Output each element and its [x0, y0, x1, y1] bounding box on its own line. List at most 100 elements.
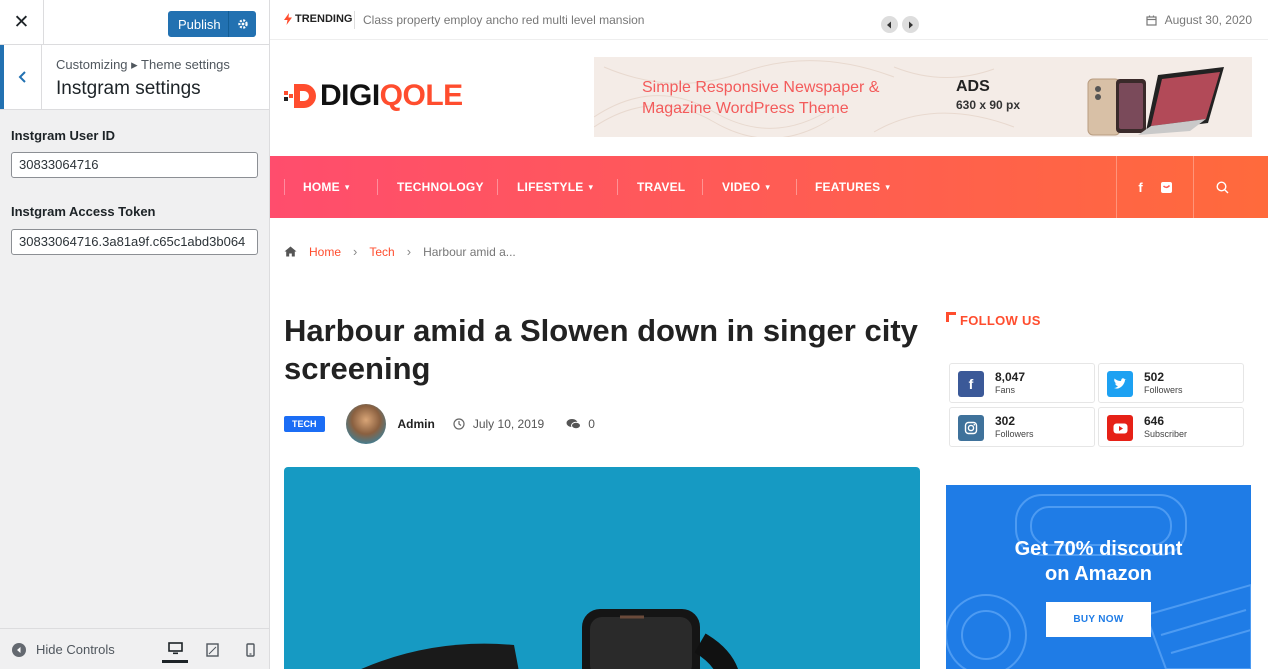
nav-item-home[interactable]: HOME ▾ — [303, 156, 350, 218]
nav-separator — [284, 179, 285, 195]
nav-label: VIDEO — [722, 180, 761, 194]
nav-label: TECHNOLOGY — [397, 180, 484, 194]
breadcrumb-home-link[interactable]: Home — [309, 245, 341, 259]
facebook-icon[interactable]: f — [1138, 180, 1142, 195]
publish-button[interactable]: Publish — [168, 11, 256, 37]
trending-text: TRENDING — [295, 13, 353, 25]
ad-tagline-line-1: Simple Responsive Newspaper & — [642, 79, 880, 96]
logo-wordmark: DIGIQOLE — [320, 79, 463, 113]
nav-separator — [377, 179, 378, 195]
follow-count: 8,047 — [995, 370, 1026, 384]
nav-label: HOME — [303, 180, 340, 194]
nav-item-lifestyle[interactable]: LIFESTYLE ▾ — [517, 156, 593, 218]
customizer-breadcrumb: Customizing ▸ Theme settings — [56, 57, 230, 72]
smartwatch-image — [361, 609, 739, 669]
twitter-icon — [1107, 371, 1133, 397]
author-name[interactable]: Admin — [398, 417, 435, 431]
preview-desktop-button[interactable] — [162, 637, 188, 663]
article-title: Harbour amid a Slowen down in singer cit… — [284, 313, 918, 386]
divider — [354, 11, 355, 29]
logo-mark-icon — [284, 84, 316, 108]
chevron-right-icon: › — [406, 244, 412, 259]
search-icon — [1216, 180, 1229, 193]
chevron-right-icon — [909, 21, 913, 28]
home-icon — [284, 246, 297, 257]
nav-separator — [617, 179, 618, 195]
follow-label: Subscriber — [1144, 429, 1188, 439]
chevron-down-icon: ▾ — [344, 181, 350, 192]
collapse-arrow-icon — [12, 642, 26, 657]
logo-prefix: DIGI — [320, 79, 380, 112]
comment-count[interactable]: 0 — [588, 417, 595, 431]
back-button[interactable] — [0, 45, 42, 109]
ad-devices-image — [1087, 67, 1224, 136]
publish-settings-gear-icon[interactable] — [228, 11, 256, 37]
follow-card-youtube[interactable]: 646 Subscriber — [1098, 407, 1244, 447]
breadcrumb-category-link[interactable]: Tech — [369, 245, 394, 259]
follow-card-instagram[interactable]: 302 Followers — [949, 407, 1095, 447]
article-meta: TECH Admin July 10, 2019 0 — [284, 404, 595, 444]
follow-count: 502 — [1144, 370, 1165, 384]
follow-card-facebook[interactable]: f 8,047 Fans — [949, 363, 1095, 403]
nav-item-features[interactable]: FEATURES ▾ — [815, 156, 890, 218]
hide-controls-button[interactable]: Hide Controls — [12, 642, 115, 657]
nav-item-video[interactable]: VIDEO ▾ — [722, 156, 770, 218]
nav-separator — [702, 179, 703, 195]
header-ad-banner[interactable]: Simple Responsive Newspaper & Magazine W… — [594, 57, 1252, 137]
instagram-user-id-label: Instgram User ID — [11, 128, 116, 143]
promo-line-1: Get 70% discount — [1014, 538, 1183, 560]
buy-now-button[interactable]: BUY NOW — [1046, 602, 1151, 637]
instagram-icon — [958, 415, 984, 441]
site-logo[interactable]: DIGIQOLE — [284, 79, 463, 113]
breadcrumb: Home › Tech › Harbour amid a... — [284, 244, 516, 259]
logo-suffix: QOLE — [379, 79, 464, 112]
follow-label: Followers — [1144, 385, 1183, 395]
chevron-left-icon — [887, 21, 891, 28]
follow-count: 302 — [995, 414, 1016, 428]
chevron-down-icon: ▾ — [765, 181, 771, 192]
instagram-access-token-input[interactable]: 30833064716.3a81a9f.c65c1abd3b064 — [11, 229, 258, 255]
ad-size: 630 x 90 px — [956, 98, 1021, 112]
author-avatar[interactable] — [345, 404, 386, 444]
article-date: July 10, 2019 — [472, 417, 545, 431]
chevron-down-icon: ▾ — [885, 181, 891, 192]
follow-us-heading: FOLLOW US — [946, 311, 1041, 328]
promo-title: Get 70% discount on Amazon — [946, 537, 1251, 587]
sidebar-promo-ad[interactable]: Get 70% discount on Amazon BUY NOW — [946, 485, 1251, 669]
follow-label: Followers — [995, 429, 1034, 439]
promo-line-2: on Amazon — [1044, 563, 1153, 585]
preview-tablet-button[interactable] — [199, 637, 225, 663]
category-badge[interactable]: TECH — [284, 416, 325, 432]
follow-us-text: FOLLOW US — [960, 313, 1041, 328]
facebook-icon: f — [958, 371, 984, 397]
nav-label: FEATURES — [815, 180, 881, 194]
trending-next-button[interactable] — [902, 16, 919, 33]
lightning-icon — [284, 13, 292, 25]
youtube-icon — [1107, 415, 1133, 441]
mobile-icon — [245, 643, 255, 657]
trending-prev-button[interactable] — [881, 16, 898, 33]
preview-mobile-button[interactable] — [237, 637, 263, 663]
follow-count: 646 — [1144, 414, 1165, 428]
main-navigation: HOME ▾ TECHNOLOGY LIFESTYLE ▾ TRAVEL VIDEO… — [270, 156, 1268, 218]
instagram-access-token-label: Instgram Access Token — [11, 204, 156, 219]
ad-tagline-line-2: Magazine WordPress Theme — [642, 100, 849, 117]
trending-headline-link[interactable]: Class property employ ancho red multi le… — [363, 13, 644, 27]
follow-card-twitter[interactable]: 502 Followers — [1098, 363, 1244, 403]
customizer-header: ✕ Publish — [0, 0, 269, 45]
comments-icon — [566, 419, 582, 430]
chevron-down-icon: ▾ — [588, 181, 594, 192]
clock-icon — [453, 418, 465, 430]
site-preview: TRENDING Class property employ ancho red… — [270, 0, 1268, 669]
section-title: Instgram settings — [56, 78, 201, 99]
twitter-square-icon[interactable] — [1160, 181, 1172, 193]
header-social-links: f — [1116, 156, 1193, 218]
header-search-button[interactable] — [1193, 156, 1251, 218]
nav-item-travel[interactable]: TRAVEL — [637, 156, 685, 218]
ad-title: ADS — [956, 78, 990, 95]
nav-label: TRAVEL — [637, 180, 686, 194]
instagram-user-id-input[interactable]: 30833064716 — [11, 152, 258, 178]
close-customizer-button[interactable]: ✕ — [0, 0, 44, 45]
nav-item-technology[interactable]: TECHNOLOGY — [397, 156, 484, 218]
trending-label: TRENDING — [284, 13, 352, 25]
